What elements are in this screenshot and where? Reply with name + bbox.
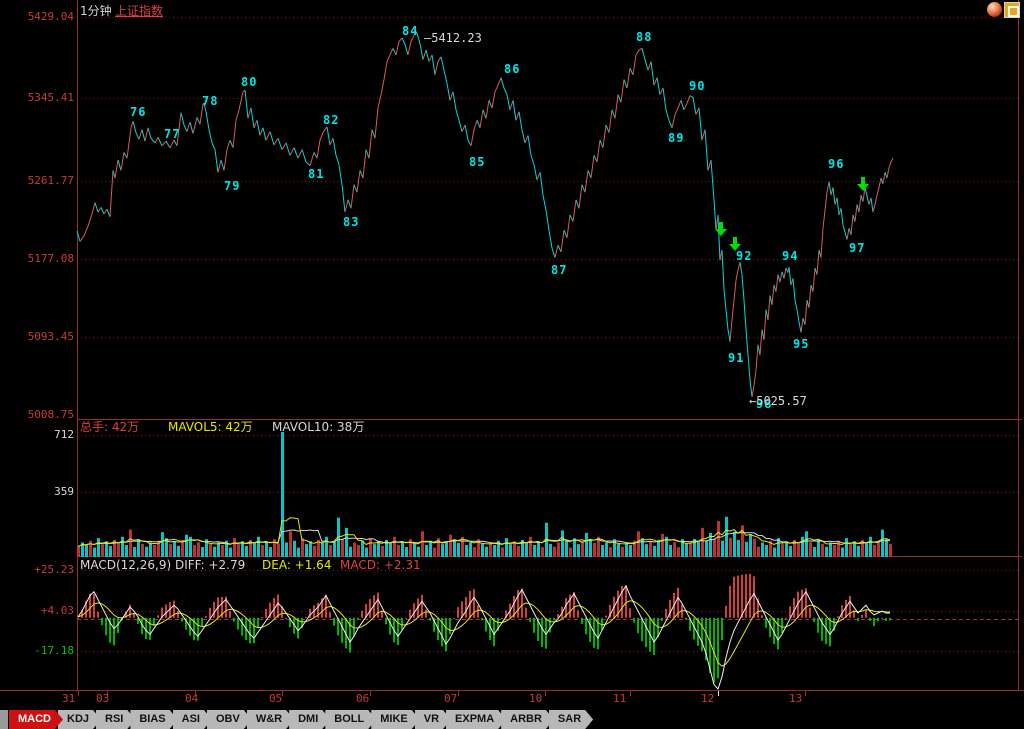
time-axis-label: 04 <box>185 692 198 705</box>
tab-mike[interactable]: MIKE <box>371 710 420 729</box>
tab-bias[interactable]: BIAS <box>130 710 177 729</box>
wave-number-label: 94 <box>782 249 798 263</box>
restore-window-icon[interactable] <box>1004 2 1020 18</box>
buy-signal-arrow-icon <box>857 177 869 191</box>
price-axis-label: 5093.45 <box>2 330 74 343</box>
time-axis-label: 12 <box>701 692 714 705</box>
tab-kdj[interactable]: KDJ <box>58 710 101 729</box>
indicator-tab-bar: MACDKDJRSIBIASASIOBVW&RDMIBOLLMIKEVREXPM… <box>0 710 1024 729</box>
price-axis-label: 5345.41 <box>2 91 74 104</box>
tab-sar[interactable]: SAR <box>549 710 593 729</box>
wave-number-label: 81 <box>308 167 324 181</box>
volume-mavol5-label: MAVOL5: 42万 <box>168 418 253 435</box>
wave-number-label: 86 <box>504 62 520 76</box>
wave-number-label: 79 <box>224 179 240 193</box>
macd-value-label: MACD: +2.31 <box>340 558 421 572</box>
wave-number-label: 88 <box>636 30 652 44</box>
macd-dea-label: DEA: +1.64 <box>262 558 331 572</box>
time-axis-label: 07 <box>444 692 457 705</box>
wave-number-label: 83 <box>343 215 359 229</box>
price-annotation: ←5025.57 <box>749 394 807 408</box>
time-axis-label: 31 <box>62 692 75 705</box>
wave-number-label: 90 <box>689 79 705 93</box>
sphere-logo-icon[interactable] <box>987 2 1002 17</box>
chart-period-label[interactable]: 1分钟 <box>80 2 112 19</box>
volume-mavol10-label: MAVOL10: 38万 <box>272 418 364 435</box>
wave-number-label: 85 <box>469 155 485 169</box>
time-axis-label: 05 <box>269 692 282 705</box>
tab-scroll-left[interactable] <box>0 710 8 729</box>
chart-canvas <box>0 0 1024 710</box>
wave-number-label: 95 <box>793 337 809 351</box>
volume-axis-label: 359 <box>2 485 74 498</box>
tab-asi[interactable]: ASI <box>173 710 212 729</box>
wave-number-label: 82 <box>323 113 339 127</box>
time-axis-label: 13 <box>789 692 802 705</box>
volume-total-label: 总手: 42万 <box>80 418 139 435</box>
tab-expma[interactable]: EXPMA <box>446 710 506 729</box>
price-annotation: —5412.23 <box>424 31 482 45</box>
tab-dmi[interactable]: DMI <box>289 710 330 729</box>
wave-number-label: 78 <box>202 94 218 108</box>
time-axis-label: 10 <box>529 692 542 705</box>
wave-number-label: 77 <box>164 127 180 141</box>
macd-axis-label: -17.18 <box>2 644 74 657</box>
wave-number-label: 97 <box>849 241 865 255</box>
tab-obv[interactable]: OBV <box>207 710 252 729</box>
trading-app-window: { "window": { "period": "1分钟", "symbol":… <box>0 0 1024 729</box>
macd-axis-label: +4.03 <box>2 604 74 617</box>
wave-number-label: 87 <box>551 263 567 277</box>
tab-macd[interactable]: MACD <box>9 710 63 729</box>
wave-number-label: 76 <box>130 105 146 119</box>
tab-vr[interactable]: VR <box>415 710 451 729</box>
price-axis-label: 5177.08 <box>2 252 74 265</box>
wave-number-label: 84 <box>402 24 418 38</box>
wave-number-label: 91 <box>728 351 744 365</box>
tab-wr[interactable]: W&R <box>247 710 294 729</box>
price-axis-label: 5008.75 <box>2 408 74 421</box>
wave-number-label: 92 <box>736 249 752 263</box>
wave-number-label: 80 <box>241 75 257 89</box>
price-axis-label: 5261.77 <box>2 174 74 187</box>
time-axis-label: 03 <box>96 692 109 705</box>
wave-number-label: 96 <box>828 157 844 171</box>
price-axis-label: 5429.04 <box>2 10 74 23</box>
time-axis-label: 06 <box>356 692 369 705</box>
time-axis-label: 11 <box>613 692 626 705</box>
tab-rsi[interactable]: RSI <box>96 710 135 729</box>
wave-number-label: 89 <box>668 131 684 145</box>
tab-boll[interactable]: BOLL <box>325 710 376 729</box>
macd-axis-label: +25.23 <box>2 563 74 576</box>
symbol-name-label[interactable]: 上证指数 <box>115 2 163 19</box>
macd-main-label: MACD(12,26,9) DIFF: +2.79 <box>80 558 245 572</box>
volume-axis-label: 712 <box>2 428 74 441</box>
tab-arbr[interactable]: ARBR <box>501 710 554 729</box>
